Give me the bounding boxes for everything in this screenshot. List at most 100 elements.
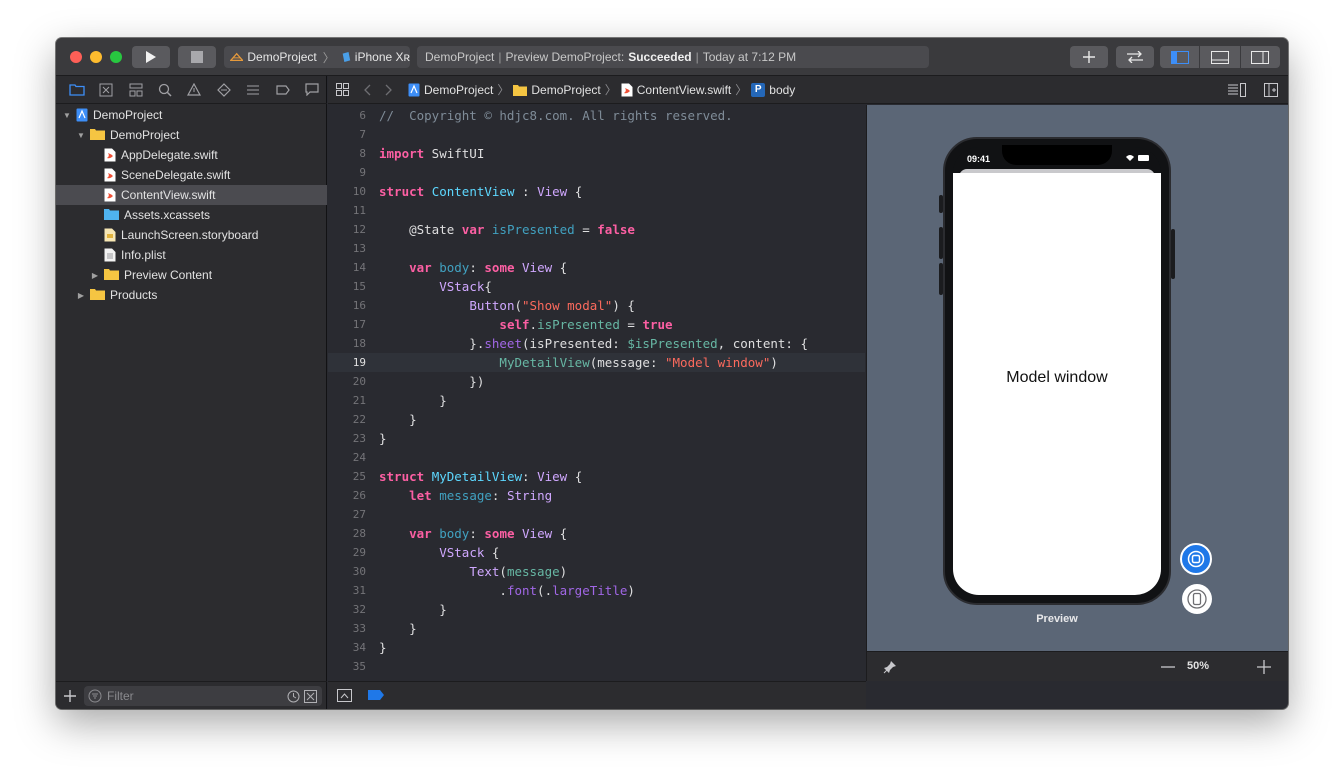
code-line[interactable]: 25 struct MyDetailView: View { xyxy=(328,467,865,486)
zoom-window-button[interactable] xyxy=(110,51,122,63)
navigator-item[interactable]: ▼ DemoProject xyxy=(56,105,327,125)
tab-test-navigator[interactable] xyxy=(209,76,238,104)
tab-breakpoint-navigator[interactable] xyxy=(268,76,297,104)
code-line[interactable]: 8 import SwiftUI xyxy=(328,144,865,163)
breakpoints-toggle-icon[interactable] xyxy=(368,690,384,700)
breadcrumb-group[interactable]: DemoProject xyxy=(513,83,601,97)
code-line[interactable]: 23} xyxy=(328,429,865,448)
close-window-button[interactable] xyxy=(70,51,82,63)
navigator-item[interactable]: ▶ Products xyxy=(56,285,327,305)
stop-button[interactable] xyxy=(178,46,216,68)
code-line[interactable]: 9 xyxy=(328,163,865,182)
toggle-debug-area-button[interactable] xyxy=(1200,46,1241,68)
code-line[interactable]: 17 self.isPresented = true xyxy=(328,315,865,334)
add-editor-button[interactable] xyxy=(1264,83,1278,100)
code-line[interactable]: 29 VStack { xyxy=(328,543,865,562)
tab-report-navigator[interactable] xyxy=(298,76,327,104)
code-line[interactable]: 33 } xyxy=(328,619,865,638)
code-line[interactable]: 20 }) xyxy=(328,372,865,391)
toggle-navigator-button[interactable] xyxy=(1160,46,1201,68)
code-line[interactable]: 31 .font(.largeTitle) xyxy=(328,581,865,600)
breakpoint-icon xyxy=(276,84,290,95)
code-line[interactable]: 15 VStack{ xyxy=(328,277,865,296)
toggle-inspector-button[interactable] xyxy=(1241,46,1280,68)
code-line[interactable]: 12 @State var isPresented = false xyxy=(328,220,865,239)
code-line[interactable]: 28 var body: some View { xyxy=(328,524,865,543)
tab-source-control[interactable] xyxy=(91,76,120,104)
source-editor[interactable]: 6 // Copyright © hdjc8.com. All rights re… xyxy=(328,105,865,681)
code-line[interactable]: 13 xyxy=(328,239,865,258)
code-line[interactable]: 27 xyxy=(328,505,865,524)
tab-issue-navigator[interactable] xyxy=(180,76,209,104)
breadcrumb-project[interactable]: DemoProject xyxy=(408,83,493,97)
disclosure-closed-icon[interactable]: ▶ xyxy=(90,271,100,280)
code-token: . xyxy=(529,317,538,332)
breadcrumb-file[interactable]: ContentView.swift xyxy=(621,83,731,97)
line-number: 19 xyxy=(352,356,366,369)
navigator-item[interactable]: SceneDelegate.swift xyxy=(56,165,327,185)
minimize-window-button[interactable] xyxy=(90,51,102,63)
related-items-button[interactable] xyxy=(328,83,356,96)
code-token: : xyxy=(469,260,485,275)
back-button[interactable] xyxy=(356,84,378,96)
filter-field[interactable]: Filter xyxy=(84,686,322,706)
disclosure-open-icon[interactable]: ▼ xyxy=(62,111,72,120)
code-review-button[interactable] xyxy=(1116,46,1154,68)
zoom-in-icon[interactable] xyxy=(1257,660,1271,674)
code-line[interactable]: 19 MyDetailView(message: "Model window") xyxy=(328,353,865,372)
navigator-item[interactable]: ▶ Preview Content xyxy=(56,265,327,285)
navigator-item[interactable]: ContentView.swift xyxy=(56,185,327,205)
editor-options-button[interactable] xyxy=(1228,83,1246,100)
disclosure-open-icon[interactable]: ▼ xyxy=(76,131,86,140)
tab-debug-navigator[interactable] xyxy=(239,76,268,104)
run-button[interactable] xyxy=(132,46,170,68)
show-debug-area-icon[interactable] xyxy=(337,689,352,702)
line-number: 15 xyxy=(352,280,366,293)
code-line[interactable]: 22 } xyxy=(328,410,865,429)
code-line[interactable]: 10 struct ContentView : View { xyxy=(328,182,865,201)
code-line[interactable]: 21 } xyxy=(328,391,865,410)
line-number: 22 xyxy=(352,413,366,426)
navigator-item[interactable]: ▼ DemoProject xyxy=(56,125,327,145)
code-line[interactable]: 11 xyxy=(328,201,865,220)
disclosure-closed-icon[interactable]: ▶ xyxy=(76,291,86,300)
breadcrumb-symbol[interactable]: P body xyxy=(751,82,795,97)
code-line[interactable]: 26 let message: String xyxy=(328,486,865,505)
code-token: @State xyxy=(379,222,462,237)
recent-files-icon[interactable] xyxy=(287,690,300,703)
code-line[interactable]: 24 xyxy=(328,448,865,467)
code-line[interactable]: 18 }.sheet(isPresented: $isPresented, co… xyxy=(328,334,865,353)
navigator-item[interactable]: LaunchScreen.storyboard xyxy=(56,225,327,245)
code-line[interactable]: 14 var body: some View { xyxy=(328,258,865,277)
pin-icon[interactable] xyxy=(883,660,897,674)
navigator-item[interactable]: AppDelegate.swift xyxy=(56,145,327,165)
tab-find-navigator[interactable] xyxy=(150,76,179,104)
navigator-item[interactable]: Info.plist xyxy=(56,245,327,265)
zoom-out-icon[interactable] xyxy=(1161,666,1175,668)
scheme-selector[interactable]: DemoProject 〉 iPhone Xʀ xyxy=(224,46,410,68)
code-line[interactable]: 32 } xyxy=(328,600,865,619)
hierarchy-icon xyxy=(129,83,143,96)
right-panel-icon xyxy=(1251,50,1270,64)
line-number: 9 xyxy=(359,166,366,179)
warning-icon xyxy=(187,83,202,96)
library-button[interactable] xyxy=(1070,46,1108,68)
tab-symbol-navigator[interactable] xyxy=(121,76,150,104)
forward-button[interactable] xyxy=(378,84,400,96)
navigator-item-label: DemoProject xyxy=(110,128,180,142)
line-number: 7 xyxy=(359,128,366,141)
code-line[interactable]: 7 xyxy=(328,125,865,144)
code-line[interactable]: 6 // Copyright © hdjc8.com. All rights re… xyxy=(328,106,865,125)
code-line[interactable]: 34} xyxy=(328,638,865,657)
tab-project-navigator[interactable] xyxy=(62,76,91,104)
preview-on-device-button[interactable] xyxy=(1182,584,1212,614)
zoom-level[interactable]: 50% xyxy=(1187,660,1209,672)
add-file-icon[interactable] xyxy=(64,689,76,702)
source-control-filter-icon[interactable] xyxy=(304,689,317,703)
status-result: Succeeded xyxy=(628,50,692,64)
navigator-item[interactable]: Assets.xcassets xyxy=(56,205,327,225)
live-preview-button[interactable] xyxy=(1180,543,1212,575)
code-line[interactable]: 30 Text(message) xyxy=(328,562,865,581)
code-line[interactable]: 16 Button("Show modal") { xyxy=(328,296,865,315)
code-line[interactable]: 35 xyxy=(328,657,865,676)
